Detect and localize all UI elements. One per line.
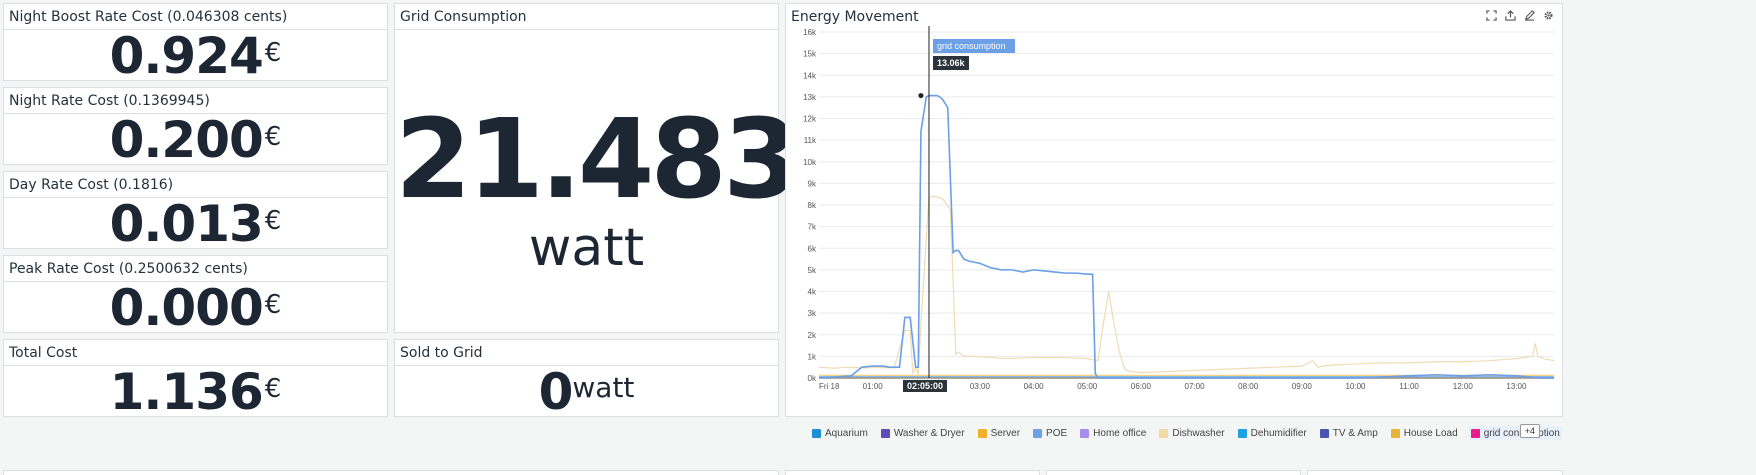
y-tick-label: 3k xyxy=(808,309,817,318)
legend-item[interactable]: House Load xyxy=(1389,426,1460,440)
legend-item[interactable]: Washer & Dryer xyxy=(879,426,967,440)
panel-edge xyxy=(785,470,1040,475)
panel-title: Grid Consumption xyxy=(395,4,778,30)
x-tick-label: 12:00 xyxy=(1453,382,1474,391)
hover-point xyxy=(918,93,924,99)
legend-swatch xyxy=(1390,428,1400,438)
tooltip-series-label: grid consumption xyxy=(937,41,1006,51)
legend-swatch xyxy=(1237,428,1247,438)
stat-value: 0.924 xyxy=(109,26,264,85)
energy-chart[interactable]: 0k 1k 2k 3k 4k 5k 6k 7k 8k 9k 10k 11k 12k 13k 14k 15k 16… xyxy=(786,26,1562,418)
y-tick-label: 4k xyxy=(808,288,817,297)
stat-unit: watt xyxy=(572,371,635,404)
expand-icon[interactable] xyxy=(1486,10,1497,21)
energy-movement-panel: Energy Movement 0k 1k 2k 3k 4k 5k 6k 7k 8k 9k 10k 1… xyxy=(785,3,1563,440)
legend-item[interactable]: Dishwasher xyxy=(1157,426,1226,440)
stat-value: 0.000 xyxy=(109,278,264,337)
panel-title: Sold to Grid xyxy=(395,340,778,366)
legend-item[interactable]: Dehumidifier xyxy=(1236,426,1309,440)
y-tick-label: 2k xyxy=(808,331,817,340)
x-tick-label: 03:00 xyxy=(970,382,991,391)
y-tick-label: 13k xyxy=(803,93,817,102)
tooltip-value: 13.06k xyxy=(937,58,966,68)
x-tick-label: 04:00 xyxy=(1024,382,1045,391)
stat-value: 0 xyxy=(538,362,574,421)
stat-unit: € xyxy=(264,374,282,404)
x-tick-label: 07:00 xyxy=(1185,382,1206,391)
legend-label: Dishwasher xyxy=(1172,427,1225,439)
chart-legend: Aquarium Washer & Dryer Server POE Home offi… xyxy=(810,426,1571,440)
export-icon[interactable] xyxy=(1505,10,1516,21)
x-tick-label: 13:00 xyxy=(1506,382,1527,391)
legend-label: Server xyxy=(990,427,1021,439)
sold-to-grid-panel: Sold to Grid 0 watt xyxy=(394,339,779,421)
legend-swatch xyxy=(1033,428,1043,438)
legend-label: House Load xyxy=(1403,427,1458,439)
y-tick-label: 5k xyxy=(808,266,817,275)
y-tick-label: 8k xyxy=(808,201,817,210)
legend-swatch xyxy=(1319,428,1329,438)
edit-icon[interactable] xyxy=(1524,10,1535,21)
y-tick-label: 15k xyxy=(803,50,817,59)
legend-label: Washer & Dryer xyxy=(893,427,965,439)
x-tick-label: 06:00 xyxy=(1131,382,1152,391)
total-cost-panel: Total Cost 1.136 € xyxy=(3,339,388,421)
y-tick-label: 1k xyxy=(808,352,817,361)
night-boost-rate-panel: Night Boost Rate Cost (0.046308 cents) 0… xyxy=(3,3,388,85)
legend-item[interactable]: Home office xyxy=(1078,426,1148,440)
y-tick-label: 12k xyxy=(803,115,817,124)
day-rate-panel: Day Rate Cost (0.1816) 0.013 € xyxy=(3,171,388,253)
peak-rate-panel: Peak Rate Cost (0.2500632 cents) 0.000 € xyxy=(3,255,388,337)
y-tick-label: 16k xyxy=(803,28,817,37)
legend-more-button[interactable]: +4 xyxy=(1519,424,1540,438)
tooltip-time: 02:05:00 xyxy=(907,381,943,391)
grid-consumption-panel: Grid Consumption 21.483k watt xyxy=(394,3,869,333)
legend-swatch xyxy=(977,428,987,438)
legend-swatch xyxy=(812,428,821,438)
stat-unit: € xyxy=(264,122,282,152)
stat-value: 0.013 xyxy=(109,194,264,253)
grid-consumption-value: 21.483k xyxy=(395,95,869,223)
legend-label: Home office xyxy=(1093,427,1147,439)
stat-unit: € xyxy=(264,38,282,68)
legend-label: Dehumidifier xyxy=(1250,427,1307,439)
gear-icon[interactable] xyxy=(1543,10,1554,21)
stat-value: 1.136 xyxy=(109,362,264,421)
legend-label: TV & Amp xyxy=(1332,427,1378,439)
x-tick-label: 10:00 xyxy=(1345,382,1366,391)
legend-swatch xyxy=(1159,428,1169,438)
x-tick-label: 01:00 xyxy=(863,382,884,391)
legend-item[interactable]: POE xyxy=(1031,426,1069,440)
panel-edge xyxy=(1046,470,1301,475)
legend-swatch xyxy=(1080,428,1090,438)
y-tick-label: 14k xyxy=(803,71,817,80)
y-tick-label: 0k xyxy=(808,374,817,383)
panel-toolbar xyxy=(1486,10,1554,21)
legend-item[interactable]: Server xyxy=(976,426,1022,440)
y-tick-label: 10k xyxy=(803,158,817,167)
panel-edge xyxy=(1307,470,1563,475)
x-tick-label: 05:00 xyxy=(1077,382,1098,391)
legend-item[interactable]: Aquarium xyxy=(810,426,870,440)
legend-item[interactable]: TV & Amp xyxy=(1318,426,1380,440)
y-tick-label: 7k xyxy=(808,223,817,232)
y-tick-label: 6k xyxy=(808,244,817,253)
stat-unit: € xyxy=(264,290,282,320)
x-tick-label: Fri 18 xyxy=(819,382,840,391)
night-rate-panel: Night Rate Cost (0.1369945) 0.200 € xyxy=(3,87,388,169)
legend-label: POE xyxy=(1046,427,1068,439)
grid-consumption-unit: watt xyxy=(528,218,645,278)
legend-item[interactable]: grid consumption xyxy=(1468,426,1562,440)
y-tick-label: 9k xyxy=(808,179,817,188)
legend-label: Aquarium xyxy=(825,427,868,439)
stat-value: 0.200 xyxy=(109,110,264,169)
x-tick-label: 08:00 xyxy=(1238,382,1259,391)
y-tick-label: 11k xyxy=(804,136,817,145)
legend-swatch xyxy=(1470,428,1480,438)
panel-edge xyxy=(3,470,779,475)
stat-unit: € xyxy=(264,206,282,236)
legend-swatch xyxy=(880,428,890,438)
x-tick-label: 09:00 xyxy=(1292,382,1313,391)
x-tick-label: 11:00 xyxy=(1399,382,1419,391)
